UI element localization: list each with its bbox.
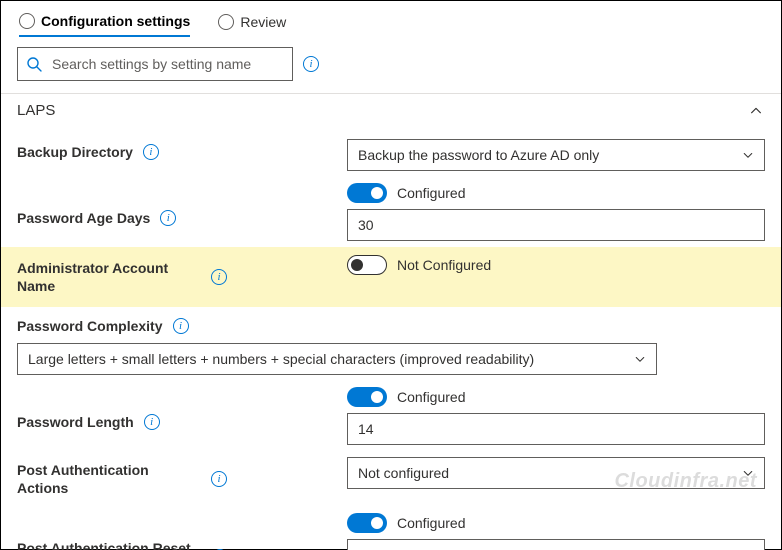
post-auth-actions-select[interactable]: Not configured [347, 457, 765, 489]
select-value: Not configured [358, 465, 449, 481]
password-age-days-input[interactable]: 30 [347, 209, 765, 241]
backup-directory-select[interactable]: Backup the password to Azure AD only [347, 139, 765, 171]
setting-row-password-age-days: Password Age Days i Configured 30 [17, 177, 765, 247]
toggle-state: Configured [397, 185, 466, 201]
input-value: 30 [358, 217, 374, 233]
tab-label: Review [240, 14, 286, 30]
info-icon[interactable]: i [173, 318, 189, 334]
tab-label: Configuration settings [41, 13, 190, 29]
setting-label: Administrator Account Name [17, 259, 187, 295]
info-icon[interactable]: i [211, 471, 227, 487]
setting-row-admin-account-name: Administrator Account Name i Not Configu… [1, 247, 781, 307]
setting-label: Password Age Days [17, 209, 150, 227]
section-title: LAPS [17, 102, 55, 119]
post-auth-reset-delay-toggle[interactable] [347, 513, 387, 533]
search-icon [26, 56, 42, 72]
tab-configuration-settings[interactable]: Configuration settings [19, 13, 190, 37]
password-age-days-toggle[interactable] [347, 183, 387, 203]
setting-row-password-complexity: Password Complexity i Large letters + sm… [17, 307, 765, 381]
toggle-state: Configured [397, 515, 466, 531]
setting-row-post-auth-reset-delay: Post Authentication Reset Delay i Config… [17, 507, 765, 550]
chevron-down-icon [742, 467, 754, 479]
select-value: Large letters + small letters + numbers … [28, 351, 534, 367]
admin-account-name-toggle[interactable] [347, 255, 387, 275]
search-box[interactable] [17, 47, 293, 81]
info-icon[interactable]: i [211, 269, 227, 285]
setting-row-post-auth-actions: Post Authentication Actions i Not config… [17, 451, 765, 507]
info-icon[interactable]: i [144, 414, 160, 430]
select-value: Backup the password to Azure AD only [358, 147, 599, 163]
chevron-down-icon [634, 353, 646, 365]
radio-icon [218, 14, 234, 30]
chevron-down-icon [742, 149, 754, 161]
toggle-state: Not Configured [397, 257, 491, 273]
search-input[interactable] [50, 55, 284, 73]
setting-label: Password Length [17, 413, 134, 431]
password-complexity-select[interactable]: Large letters + small letters + numbers … [17, 343, 657, 375]
setting-row-password-length: Password Length i Configured 14 [17, 381, 765, 451]
password-length-input[interactable]: 14 [347, 413, 765, 445]
setting-label: Post Authentication Actions [17, 461, 187, 497]
setting-label: Password Complexity [17, 317, 163, 335]
post-auth-reset-delay-input[interactable]: 0 [347, 539, 765, 550]
setting-row-backup-directory: Backup Directory i Backup the password t… [17, 133, 765, 177]
password-length-toggle[interactable] [347, 387, 387, 407]
input-value: 14 [358, 421, 374, 437]
toggle-state: Configured [397, 389, 466, 405]
radio-icon [19, 13, 35, 29]
tab-review[interactable]: Review [218, 14, 286, 36]
info-icon[interactable]: i [303, 56, 319, 72]
section-header-laps[interactable]: LAPS [17, 94, 765, 133]
info-icon[interactable]: i [160, 210, 176, 226]
info-icon[interactable]: i [143, 144, 159, 160]
setting-label: Post Authentication Reset Delay [17, 539, 203, 550]
setting-label: Backup Directory [17, 143, 133, 161]
chevron-up-icon [749, 104, 763, 118]
